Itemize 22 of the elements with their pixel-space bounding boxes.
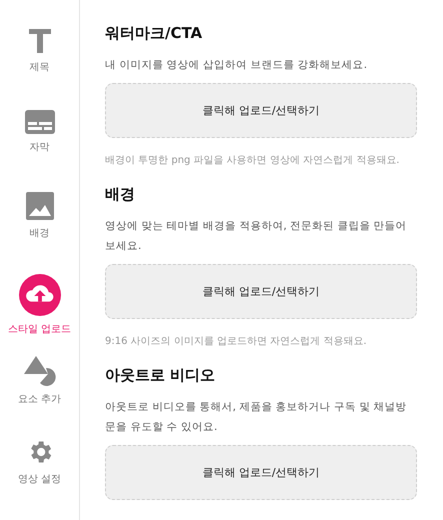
section-description: 영상에 맞는 테마별 배경을 적용하여, 전문화된 클립을 만들어보세요. (105, 219, 408, 254)
hint-text: 9:16 사이즈의 이미지를 업로드하면 자연스럽게 적용돼요. (105, 335, 368, 348)
sidebar-item[interactable]: 제목 (0, 12, 80, 90)
image-icon (26, 192, 54, 220)
sidebar-item[interactable]: 영상 설정 (0, 422, 80, 500)
section-title: 아웃트로 비디오 (105, 366, 216, 385)
shapes-icon (24, 356, 56, 386)
hint-text: 배경이 투명한 png 파일을 사용하면 영상에 자연스럽게 적용돼요. (105, 154, 400, 167)
subtitles-icon (24, 110, 54, 134)
upload-button[interactable]: 클릭해 업로드/선택하기 (105, 83, 417, 138)
sidebar-item[interactable]: 요소 추가 (0, 340, 80, 418)
text-icon (28, 28, 52, 54)
sidebar-item[interactable]: 배경 (0, 176, 80, 254)
section-title: 배경 (105, 185, 136, 204)
section-description: 내 이미지를 영상에 삽입하여 브랜드를 강화해보세요. (105, 58, 368, 73)
sidebar-item[interactable]: 스타일 업로드 (0, 258, 80, 336)
upload-button[interactable]: 클릭해 업로드/선택하기 (105, 264, 417, 319)
section-description: 아웃트로 비디오를 통해서, 제품을 홍보하거나 구독 및 채널방문을 유도할 수 있어요. (105, 400, 408, 435)
sidebar-item[interactable]: 자막 (0, 94, 80, 172)
section-title: 워터마크/CTA (105, 24, 204, 43)
cloud-upload-icon (18, 274, 62, 316)
upload-button[interactable]: 클릭해 업로드/선택하기 (105, 445, 417, 500)
